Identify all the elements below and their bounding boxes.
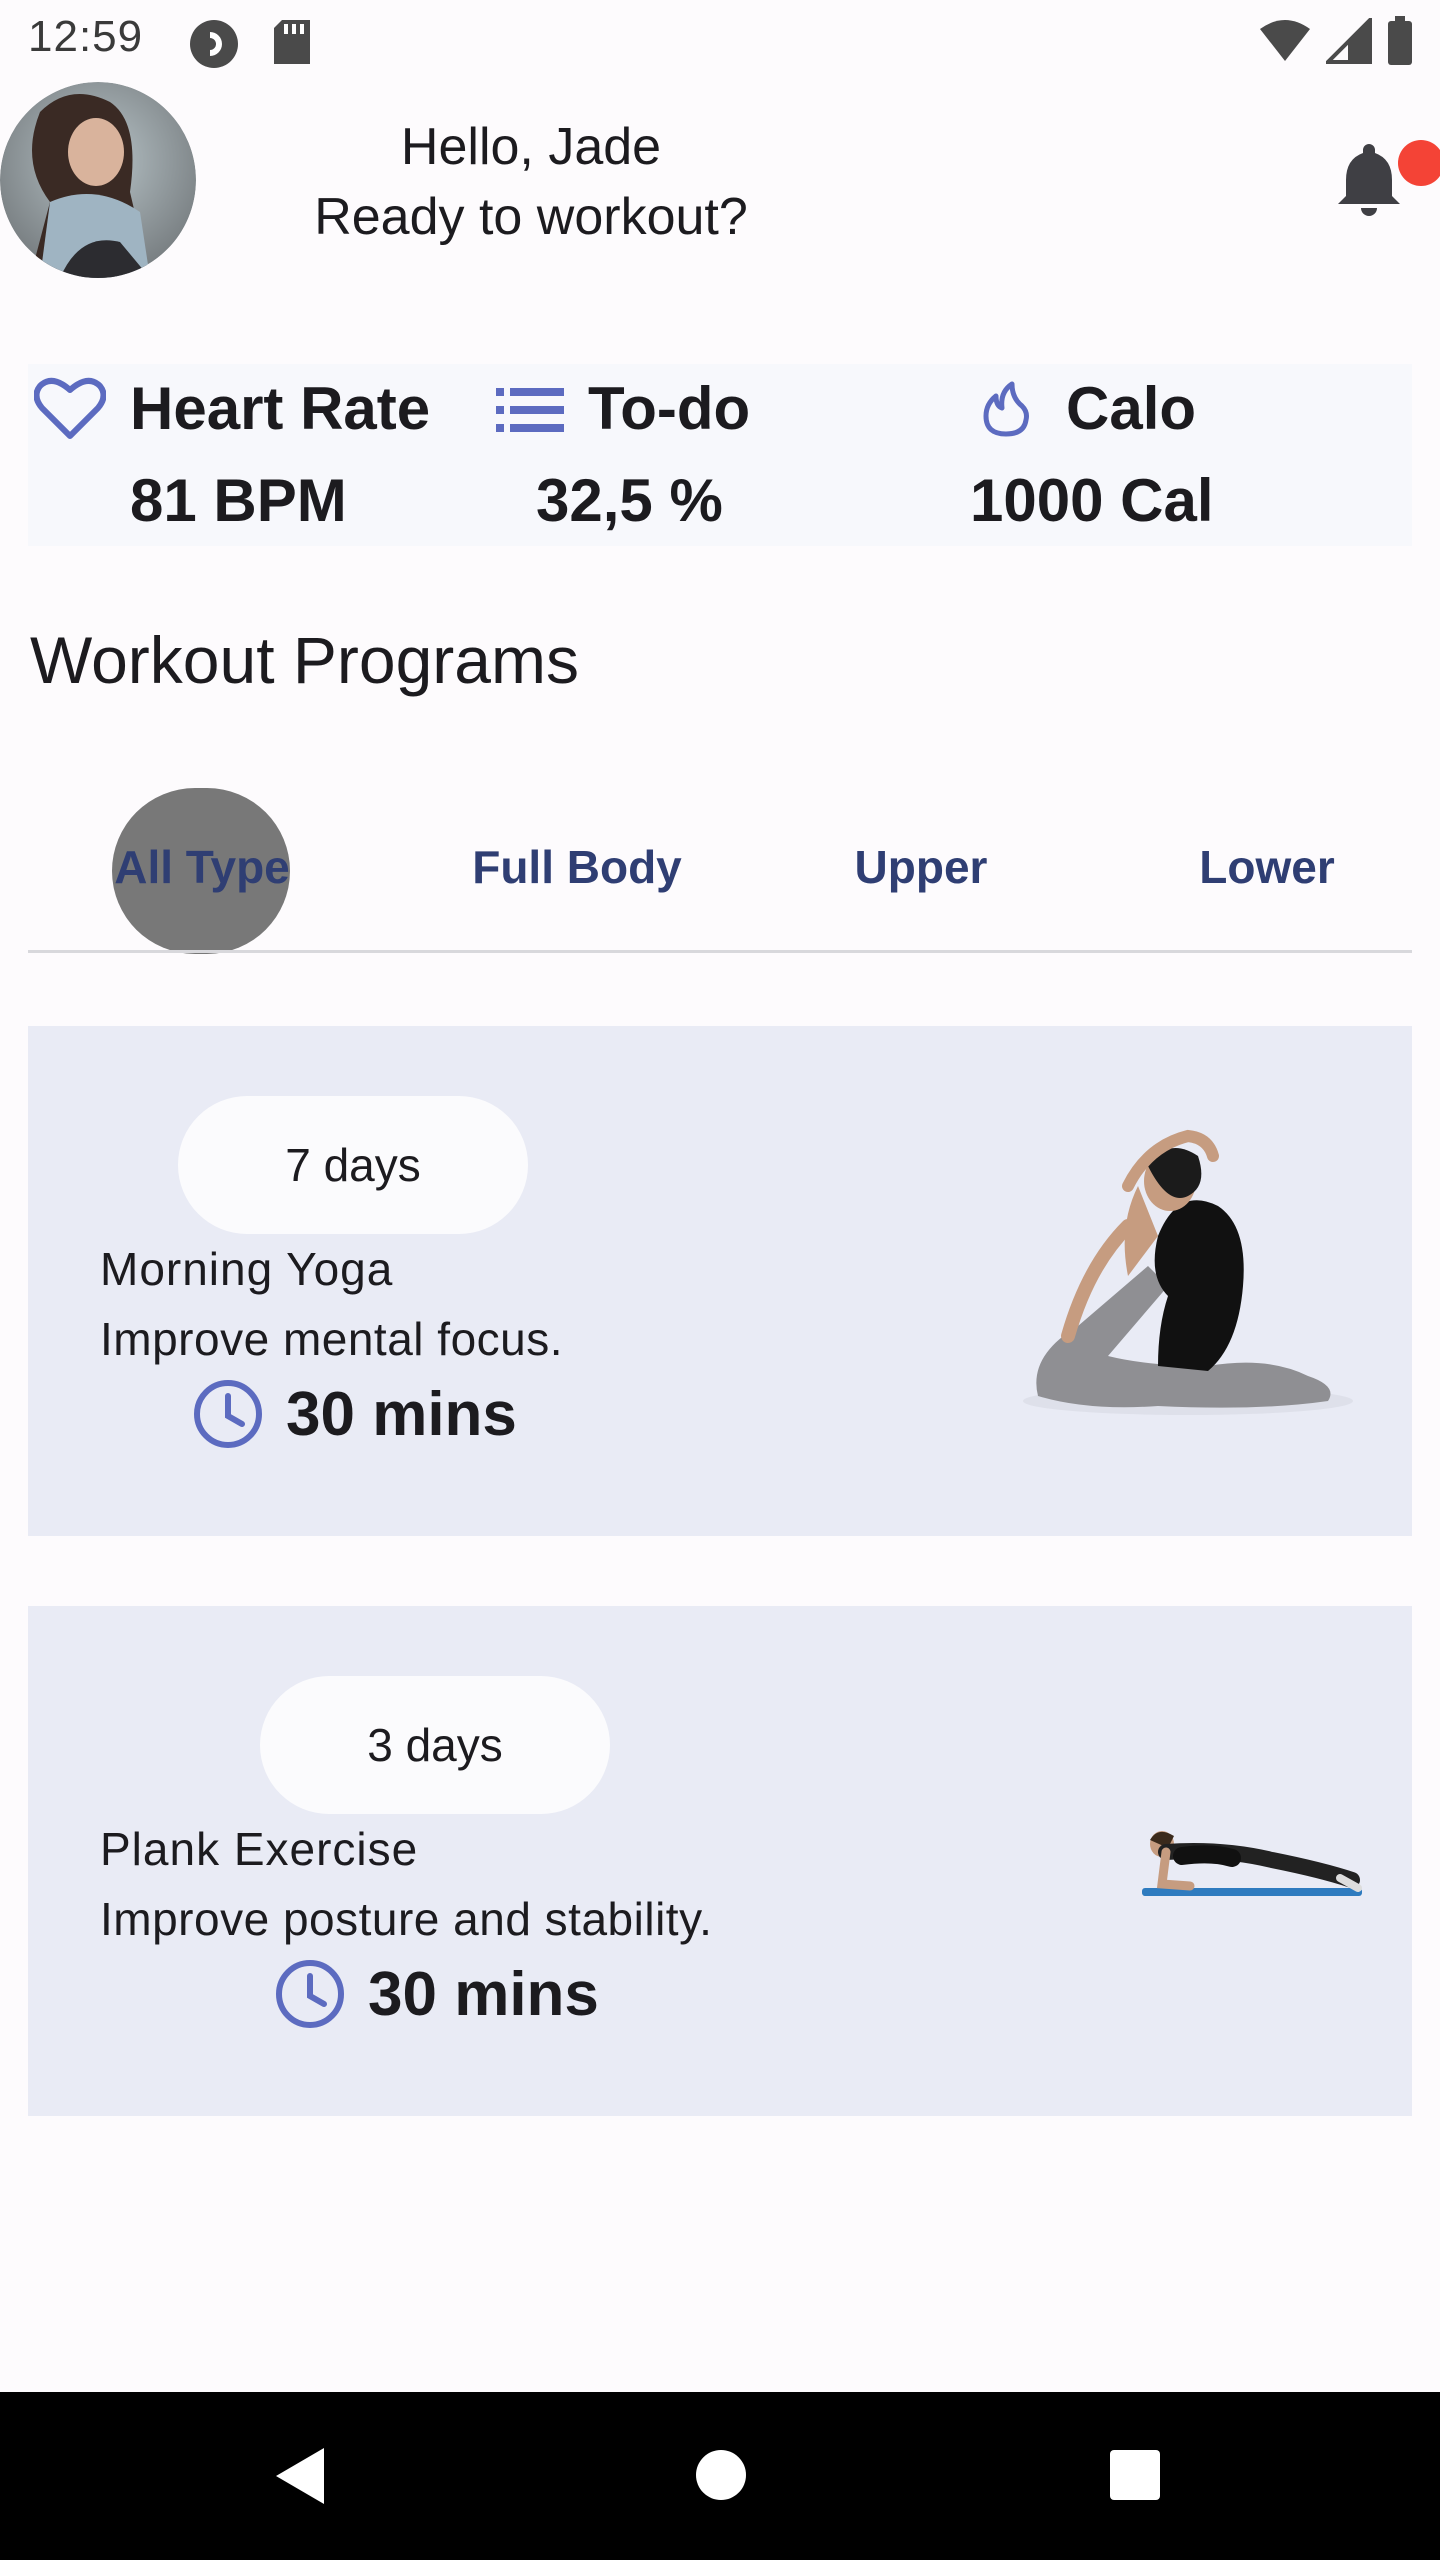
stat-value-calo: 1000 Cal <box>970 467 1214 534</box>
signal-icon <box>1326 18 1372 64</box>
program-card-morning-yoga[interactable]: 7 days Morning Yoga Improve mental focus… <box>28 1026 1412 1536</box>
status-right-icons <box>1258 16 1414 66</box>
tab-full-body[interactable]: Full Body <box>392 782 762 952</box>
greeting: Hello, Jade Ready to workout? <box>196 112 866 252</box>
clock-icon <box>194 1380 262 1448</box>
flame-icon <box>980 380 1032 443</box>
avatar[interactable] <box>0 82 196 278</box>
tab-upper[interactable]: Upper <box>746 782 1096 952</box>
program-duration: 30 mins <box>274 1958 599 2030</box>
stat-value-todo: 32,5 % <box>536 467 723 534</box>
greeting-subtitle: Ready to workout? <box>314 188 748 246</box>
days-pill: 3 days <box>260 1676 610 1814</box>
yoga-illustration <box>1008 1126 1368 1451</box>
program-duration: 30 mins <box>192 1378 517 1450</box>
program-title: Morning Yoga <box>100 1243 394 1295</box>
stat-label-todo: To-do <box>588 375 751 442</box>
program-subtitle: Improve posture and stability. <box>100 1893 713 1945</box>
program-tabs: All Type Full Body Upper Lower <box>28 782 1412 954</box>
notification-dot <box>1398 140 1440 186</box>
battery-icon <box>1388 16 1412 65</box>
sd-card-icon <box>272 18 312 71</box>
tab-all-type[interactable]: All Type <box>88 782 316 952</box>
wifi-icon <box>1260 20 1310 61</box>
duration-text: 30 mins <box>368 1959 599 2029</box>
program-subtitle: Improve mental focus. <box>100 1313 564 1365</box>
bell-icon[interactable] <box>1336 140 1406 220</box>
stat-value-heart-rate: 81 BPM <box>130 467 347 534</box>
program-title: Plank Exercise <box>100 1823 419 1875</box>
heart-icon <box>33 374 107 447</box>
plank-illustration <box>1122 1822 1372 1911</box>
program-card-plank-exercise[interactable]: 3 days Plank Exercise Improve posture an… <box>28 1606 1412 2116</box>
duration-text: 30 mins <box>286 1379 517 1449</box>
home-icon[interactable] <box>694 2448 748 2507</box>
back-icon[interactable] <box>272 2444 328 2513</box>
stat-label-calo: Calo <box>1066 375 1197 442</box>
system-nav-bar <box>0 2392 1440 2560</box>
greeting-hello: Hello, Jade <box>400 118 662 176</box>
status-time: 12:59 <box>28 12 144 61</box>
pocket-casts-icon <box>188 18 240 75</box>
recents-icon[interactable] <box>1108 2448 1162 2507</box>
days-pill: 7 days <box>178 1096 528 1234</box>
tabs-divider <box>28 950 1412 953</box>
stat-label-heart-rate: Heart Rate <box>130 375 431 442</box>
clock-icon <box>276 1960 344 2028</box>
list-icon <box>496 388 564 437</box>
section-title: Workout Programs <box>30 623 579 697</box>
tab-lower[interactable]: Lower <box>1092 782 1440 952</box>
status-bar: 12:59 <box>0 0 1440 84</box>
